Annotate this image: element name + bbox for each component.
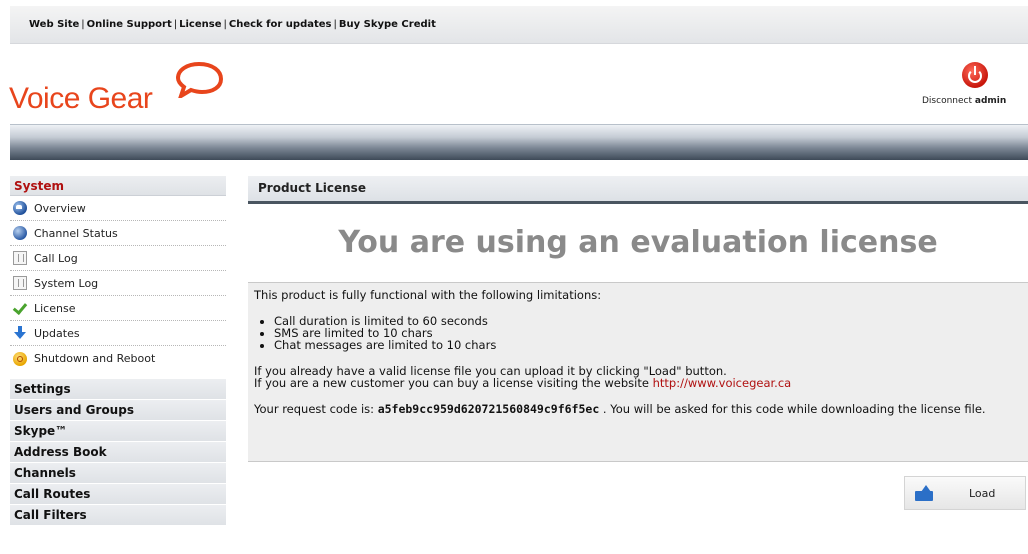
- sidebar-item-label: Call Log: [34, 251, 78, 265]
- globe-icon: [13, 226, 27, 240]
- buy-skype-credit-link[interactable]: Buy Skype Credit: [339, 19, 436, 30]
- voicegear-website-link[interactable]: http://www.voicegear.ca: [653, 376, 792, 390]
- voicegear-logo: Voice Gear: [9, 58, 224, 118]
- home-globe-icon: [13, 201, 27, 215]
- top-link-bar: Web Site | Online Support | License | Check…: [10, 6, 1028, 44]
- request-code: a5feb9cc959d620721560849c9f6f5ec: [377, 402, 600, 416]
- load-button-label: Load: [969, 486, 996, 500]
- sidebar-section-channels[interactable]: Channels: [10, 463, 226, 484]
- check-updates-link[interactable]: Check for updates: [229, 19, 332, 30]
- download-arrow-icon: [13, 326, 27, 340]
- header-banner: [10, 124, 1028, 160]
- separator: |: [173, 19, 178, 30]
- sidebar-item-label: License: [34, 301, 76, 315]
- log-icon: [13, 276, 27, 290]
- page-title: Product License: [248, 176, 1028, 204]
- list-item: Chat messages are limited to 10 chars: [274, 339, 1028, 351]
- disconnect-label: Disconnect admin: [922, 96, 1007, 106]
- buy-instructions: If you are a new customer you can buy a …: [254, 376, 792, 390]
- sidebar-section-settings[interactable]: Settings: [10, 379, 226, 400]
- sidebar-item-overview[interactable]: Overview: [10, 196, 226, 221]
- separator: |: [223, 19, 227, 30]
- power-icon: [962, 62, 988, 88]
- power-icon: [13, 351, 27, 366]
- sidebar-section-users-groups[interactable]: Users and Groups: [10, 400, 226, 421]
- sidebar-section-call-routes[interactable]: Call Routes: [10, 484, 226, 505]
- evaluation-heading: You are using an evaluation license: [338, 225, 938, 260]
- disconnect-button[interactable]: Disconnect admin: [916, 62, 1028, 112]
- sidebar-item-call-log[interactable]: Call Log: [10, 246, 226, 271]
- separator: |: [81, 19, 85, 30]
- sidebar-section-system[interactable]: System: [10, 176, 226, 196]
- sidebar-item-shutdown-reboot[interactable]: Shutdown and Reboot: [10, 346, 226, 371]
- sidebar-item-updates[interactable]: Updates: [10, 321, 226, 346]
- sidebar-item-label: Updates: [34, 326, 80, 340]
- sidebar-section-skype[interactable]: Skype™: [10, 421, 226, 442]
- sidebar-section-address-book[interactable]: Address Book: [10, 442, 226, 463]
- username: admin: [974, 96, 1007, 106]
- checkmark-icon: [13, 301, 27, 315]
- website-link[interactable]: Web Site: [29, 19, 79, 30]
- online-support-link[interactable]: Online Support: [87, 19, 172, 30]
- license-info-box: This product is fully functional with th…: [248, 282, 1028, 462]
- sidebar-section-call-filters[interactable]: Call Filters: [10, 505, 226, 526]
- sidebar-item-license[interactable]: License: [10, 296, 226, 321]
- license-link[interactable]: License: [179, 19, 221, 30]
- limitations-intro: This product is fully functional with th…: [254, 288, 602, 302]
- load-button[interactable]: Load: [904, 476, 1026, 510]
- sidebar-item-system-log[interactable]: System Log: [10, 271, 226, 296]
- upload-icon: [915, 485, 935, 501]
- sidebar-item-label: System Log: [34, 276, 99, 290]
- sidebar-item-label: Shutdown and Reboot: [34, 352, 156, 365]
- logo-text: Voice Gear: [9, 82, 153, 115]
- sidebar: System Overview Channel Status Call Log …: [10, 176, 226, 526]
- main-panel: Product License You are using an evaluat…: [248, 176, 1028, 510]
- separator: |: [333, 19, 337, 30]
- sidebar-item-channel-status[interactable]: Channel Status: [10, 221, 226, 246]
- speech-bubble-logo-icon: [175, 61, 224, 98]
- sidebar-item-label: Overview: [34, 201, 86, 215]
- limitations-list: Call duration is limited to 60 seconds S…: [254, 315, 1028, 351]
- log-icon: [13, 251, 27, 265]
- sidebar-item-label: Channel Status: [34, 226, 118, 240]
- request-code-text: Your request code is: a5feb9cc959d620721…: [254, 402, 986, 416]
